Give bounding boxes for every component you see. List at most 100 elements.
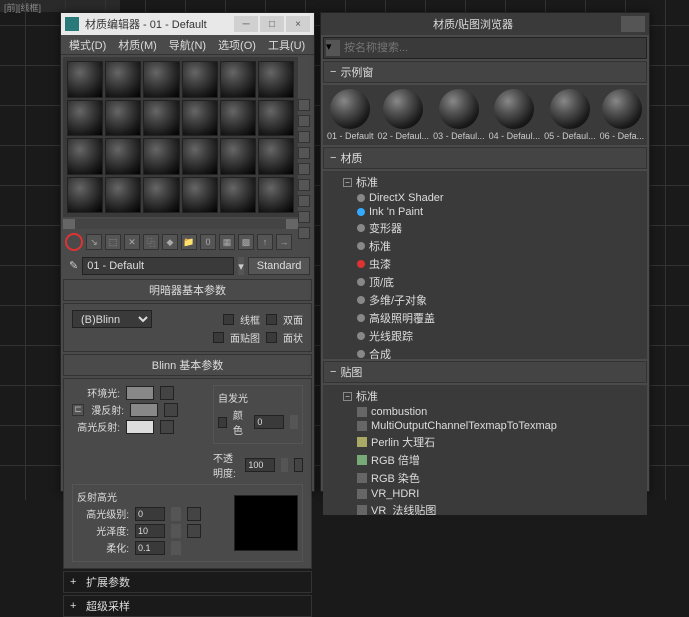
gloss-map-button[interactable] [187, 524, 201, 538]
minimize-button[interactable]: ─ [234, 16, 258, 32]
section-samples[interactable]: −示例窗 [323, 61, 647, 83]
material-item[interactable]: 多维/子对象 [325, 291, 645, 309]
material-slot[interactable] [105, 177, 141, 214]
horizontal-scrollbar[interactable] [63, 219, 298, 229]
spinner-buttons[interactable] [290, 415, 298, 429]
material-slot[interactable] [67, 61, 103, 98]
material-item[interactable]: Ink 'n Paint [325, 205, 645, 219]
material-type-button[interactable]: Standard [248, 257, 311, 275]
options-button[interactable] [298, 195, 310, 207]
material-item[interactable]: 光线跟踪 [325, 327, 645, 345]
material-slot[interactable] [143, 100, 179, 137]
material-name-input[interactable] [82, 257, 234, 275]
material-item[interactable]: 高级照明覆盖 [325, 309, 645, 327]
spinner-buttons[interactable] [171, 507, 181, 521]
spinner-buttons[interactable] [171, 541, 181, 555]
make-unique-button[interactable]: ◆ [162, 234, 178, 250]
sample-item[interactable]: 03 - Defaul... [433, 89, 485, 141]
material-slot[interactable] [67, 138, 103, 175]
menu-nav[interactable]: 导航(N) [169, 37, 206, 53]
browser-titlebar[interactable]: 材质/贴图浏览器 × [321, 13, 649, 35]
section-materials[interactable]: −材质 [323, 147, 647, 169]
spec-level-map-button[interactable] [187, 507, 201, 521]
map-item[interactable]: combustion [325, 405, 645, 419]
menu-material[interactable]: 材质(M) [118, 37, 157, 53]
diffuse-swatch[interactable] [130, 403, 158, 417]
material-slot[interactable] [258, 61, 294, 98]
map-item[interactable]: RGB 倍增 [325, 451, 645, 469]
ambient-map-button[interactable] [160, 386, 174, 400]
material-slot[interactable] [143, 177, 179, 214]
material-slot[interactable] [67, 177, 103, 214]
material-item[interactable]: DirectX Shader [325, 191, 645, 205]
two-sided-checkbox[interactable] [266, 314, 277, 325]
material-slot[interactable] [220, 61, 256, 98]
opacity-spinner[interactable] [245, 458, 275, 472]
map-item[interactable]: RGB 染色 [325, 469, 645, 487]
selfillum-spinner[interactable] [254, 415, 284, 429]
reset-button[interactable]: ✕ [124, 234, 140, 250]
menu-tools[interactable]: 工具(U) [268, 37, 305, 53]
scroll-left-icon[interactable] [63, 219, 75, 229]
tree-group-standard[interactable]: −标准 [325, 173, 645, 191]
wire-checkbox[interactable] [223, 314, 234, 325]
rollout-blinn[interactable]: Blinn 基本参数 [63, 354, 312, 376]
gloss-spinner[interactable] [135, 524, 165, 538]
go-sibling-button[interactable]: → [276, 234, 292, 250]
material-item[interactable]: 顶/底 [325, 273, 645, 291]
put-to-lib-button[interactable]: 📁 [181, 234, 197, 250]
material-slot[interactable] [182, 177, 218, 214]
show-end-button[interactable]: ▩ [238, 234, 254, 250]
matlib-button[interactable] [298, 227, 310, 239]
map-item[interactable]: MultiOutputChannelTexmapToTexmap [325, 419, 645, 433]
map-item[interactable]: VR_HDRI [325, 487, 645, 501]
uv-tile-button[interactable] [298, 147, 310, 159]
rollout-extended[interactable]: +扩展参数 [63, 571, 312, 593]
material-slot[interactable] [105, 100, 141, 137]
search-dropdown[interactable]: ▾ [326, 40, 340, 56]
sample-item[interactable]: 06 - Defa... [600, 89, 645, 141]
spinner-buttons[interactable] [171, 524, 181, 538]
material-slot[interactable] [182, 100, 218, 137]
material-slot[interactable] [258, 177, 294, 214]
get-material-button[interactable] [65, 233, 83, 251]
diffuse-map-button[interactable] [164, 403, 178, 417]
material-name-dropdown[interactable]: ▾ [238, 257, 244, 275]
material-slot[interactable] [143, 61, 179, 98]
specular-map-button[interactable] [160, 420, 174, 434]
titlebar[interactable]: 材质编辑器 - 01 - Default ─ □ × [61, 13, 314, 35]
assign-button[interactable]: ⬚ [105, 234, 121, 250]
material-item[interactable]: 变形器 [325, 219, 645, 237]
sample-item[interactable]: 01 - Default [327, 89, 374, 141]
video-check-button[interactable] [298, 163, 310, 175]
sample-item[interactable]: 02 - Defaul... [378, 89, 430, 141]
tree-group-map-standard[interactable]: −标准 [325, 387, 645, 405]
material-slot[interactable] [67, 100, 103, 137]
map-item[interactable]: Perlin 大理石 [325, 433, 645, 451]
go-parent-button[interactable]: ↑ [257, 234, 273, 250]
material-slot[interactable] [105, 138, 141, 175]
rollout-supersample[interactable]: +超级采样 [63, 595, 312, 617]
browser-close-button[interactable]: × [621, 16, 645, 32]
menu-mode[interactable]: 模式(D) [69, 37, 106, 53]
material-slot[interactable] [220, 138, 256, 175]
faceted-checkbox[interactable] [266, 332, 277, 343]
material-slot[interactable] [220, 100, 256, 137]
material-slot[interactable] [258, 138, 294, 175]
material-slot[interactable] [143, 138, 179, 175]
material-slot[interactable] [105, 61, 141, 98]
menu-options[interactable]: 选项(O) [218, 37, 256, 53]
copy-button[interactable]: ⿻ [143, 234, 159, 250]
sample-item[interactable]: 04 - Defaul... [489, 89, 541, 141]
lock-icon[interactable]: ⊏ [72, 404, 84, 416]
put-to-scene-button[interactable]: ↘ [86, 234, 102, 250]
rollout-shader-basic[interactable]: 明暗器基本参数 [63, 279, 312, 301]
backlight-button[interactable] [298, 115, 310, 127]
spec-level-spinner[interactable] [135, 507, 165, 521]
close-button[interactable]: × [286, 16, 310, 32]
selfillum-color-checkbox[interactable] [218, 417, 227, 428]
material-slot[interactable] [258, 100, 294, 137]
scroll-track[interactable] [75, 219, 286, 229]
map-item[interactable]: VR_法线贴图 [325, 501, 645, 515]
section-maps[interactable]: −贴图 [323, 361, 647, 383]
